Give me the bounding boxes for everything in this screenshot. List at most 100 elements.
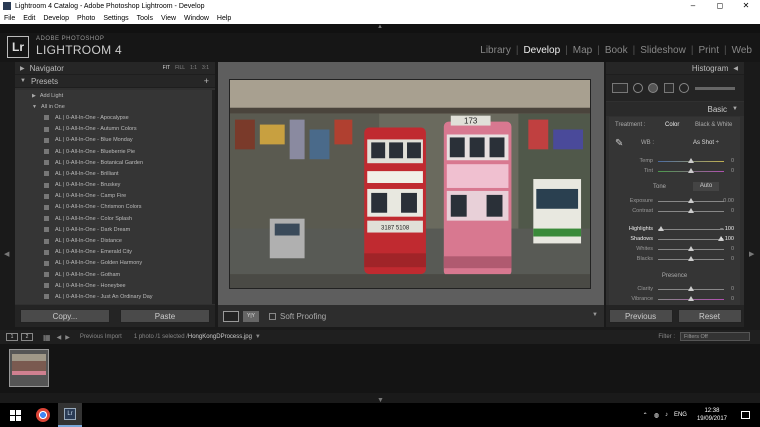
menu-settings[interactable]: Settings <box>103 15 128 22</box>
tray-expand-icon[interactable]: ⌃ <box>643 412 648 419</box>
preset-item[interactable]: AL | 0-All-In-One - Just An Ordinary Day <box>15 291 212 302</box>
preset-item[interactable]: AL | 0-All-In-One - Chrismon Colors <box>15 202 212 213</box>
preset-item[interactable]: AL | 0-All-In-One - Blueberrie Pie <box>15 146 212 157</box>
slider-shadows[interactable]: Shadows + 100 <box>609 234 740 244</box>
module-web[interactable]: Web <box>732 45 752 56</box>
language-indicator[interactable]: ENG <box>674 412 687 418</box>
filter-select[interactable]: Filters Off <box>680 332 750 341</box>
slider-knob[interactable] <box>688 208 694 213</box>
presets-header[interactable]: ▼ Presets + <box>15 75 215 88</box>
menu-file[interactable]: File <box>4 15 15 22</box>
brush-slider[interactable] <box>695 86 735 90</box>
close-button[interactable]: ✕ <box>736 0 756 12</box>
image-canvas[interactable]: 3187 5108 173 <box>218 62 604 305</box>
maximize-button[interactable]: ◻ <box>710 0 730 12</box>
notifications-icon[interactable] <box>741 411 750 419</box>
zoom-3-1[interactable]: 3:1 <box>202 65 209 71</box>
paste-button[interactable]: Paste <box>120 309 210 323</box>
filename-dropdown-icon[interactable]: ▼ <box>255 334 261 340</box>
treatment-bw[interactable]: Black & White <box>695 122 732 128</box>
toolbar-menu-icon[interactable]: ▼ <box>592 312 598 318</box>
menu-view[interactable]: View <box>161 15 176 22</box>
slider-knob[interactable] <box>658 226 665 231</box>
zoom-fill[interactable]: FILL <box>175 65 185 71</box>
preset-folder-add-light[interactable]: ▶ Add Light <box>15 90 212 101</box>
crop-grid-icon[interactable] <box>612 83 628 93</box>
menu-window[interactable]: Window <box>184 15 209 22</box>
zoom-fit[interactable]: FIT <box>163 65 171 71</box>
module-slideshow[interactable]: Slideshow <box>640 45 686 56</box>
preset-item[interactable]: AL | 0-All-In-One - Golden Harmony <box>15 258 212 269</box>
menu-tools[interactable]: Tools <box>137 15 153 22</box>
source-label[interactable]: Previous Import <box>80 334 122 340</box>
slider-highlights[interactable]: Highlights – 100 <box>609 224 740 234</box>
preset-item[interactable]: AL | 0-All-In-One - Gotham <box>15 269 212 280</box>
soft-proofing-checkbox[interactable] <box>269 312 276 320</box>
previous-button[interactable]: Previous <box>608 309 673 323</box>
left-panel-toggle[interactable]: ◀ <box>0 62 15 327</box>
preset-item[interactable]: AL | 0-All-In-One - Bruskey <box>15 180 212 191</box>
module-print[interactable]: Print <box>698 45 719 56</box>
slider-knob[interactable] <box>688 296 694 301</box>
module-library[interactable]: Library <box>480 45 511 56</box>
grid-view-icon[interactable]: ▦ <box>43 333 51 342</box>
slider-knob[interactable] <box>688 158 694 163</box>
module-develop[interactable]: Develop <box>523 45 560 56</box>
before-after-button[interactable]: Y|Y <box>243 310 259 322</box>
slider-knob[interactable] <box>688 256 694 261</box>
preset-item[interactable]: AL | 0-All-In-One - Botanical Garden <box>15 157 212 168</box>
slider-exposure[interactable]: Exposure 0.00 <box>609 196 740 206</box>
preset-item[interactable]: AL | 0-All-In-One - Honeybee <box>15 280 212 291</box>
clock[interactable]: 12:38 19/09/2017 <box>697 407 727 423</box>
top-panel-toggle[interactable]: ▲ <box>0 24 760 33</box>
slider-clarity[interactable]: Clarity 0 <box>609 284 740 294</box>
histogram-header[interactable]: Histogram ◀ <box>606 62 744 75</box>
eyedropper-icon[interactable]: ✎ <box>615 138 623 149</box>
menu-help[interactable]: Help <box>217 15 231 22</box>
graduated-filter-icon[interactable] <box>664 83 674 93</box>
treatment-color[interactable]: Color <box>665 122 679 128</box>
menu-photo[interactable]: Photo <box>77 15 95 22</box>
basic-header[interactable]: Basic ▼ <box>606 102 744 116</box>
primary-window-button[interactable]: 1 <box>6 333 18 341</box>
slider-knob[interactable] <box>688 168 694 173</box>
menu-develop[interactable]: Develop <box>43 15 69 22</box>
preset-item[interactable]: AL | 0-All-In-One - Brilliant <box>15 168 212 179</box>
slider-temp[interactable]: Temp 0 <box>609 156 740 166</box>
copy-button[interactable]: Copy... <box>20 309 110 323</box>
preset-item[interactable]: AL | 0-All-In-One - Autumn Colors <box>15 124 212 135</box>
filmstrip-thumbnail[interactable] <box>9 349 49 387</box>
zoom-1-1[interactable]: 1:1 <box>190 65 197 71</box>
module-book[interactable]: Book <box>605 45 628 56</box>
slider-knob[interactable] <box>688 198 694 203</box>
preset-item[interactable]: AL | 0-All-In-One - Color Splash <box>15 213 212 224</box>
secondary-window-button[interactable]: 2 <box>21 333 33 341</box>
preset-item[interactable]: AL | 0-All-In-One - Camp Fire <box>15 191 212 202</box>
auto-tone-button[interactable]: Auto <box>693 182 719 191</box>
wb-select[interactable]: As Shot ÷ <box>693 140 719 146</box>
preset-item[interactable]: AL | 0-All-In-One - Apocalypse <box>15 112 212 123</box>
radial-filter-icon[interactable] <box>679 83 689 93</box>
preset-item[interactable]: AL | 0-All-In-One - Blue Monday <box>15 135 212 146</box>
right-panel-toggle[interactable]: ▶ <box>745 62 760 327</box>
back-arrow-icon[interactable]: ◀ <box>57 334 62 341</box>
slider-vibrance[interactable]: Vibrance 0 <box>609 294 740 304</box>
slider-whites[interactable]: Whites 0 <box>609 244 740 254</box>
module-map[interactable]: Map <box>573 45 592 56</box>
navigator-header[interactable]: ▶ Navigator FIT FILL 1:1 3:1 <box>15 62 215 75</box>
reset-button[interactable]: Reset <box>677 309 742 323</box>
slider-blacks[interactable]: Blacks 0 <box>609 254 740 264</box>
slider-contrast[interactable]: Contrast 0 <box>609 206 740 216</box>
red-eye-icon[interactable] <box>648 83 658 93</box>
add-preset-button[interactable]: + <box>204 76 209 86</box>
slider-knob[interactable] <box>688 286 694 291</box>
minimize-button[interactable]: – <box>683 0 703 12</box>
menu-edit[interactable]: Edit <box>23 15 35 22</box>
preset-item[interactable]: AL | 0-All-In-One - Distance <box>15 235 212 246</box>
slider-knob[interactable] <box>688 246 694 251</box>
preset-folder-all-in-one[interactable]: ▼ All in One <box>15 101 212 112</box>
start-button[interactable] <box>0 403 30 427</box>
spot-removal-icon[interactable] <box>633 83 643 93</box>
preset-item[interactable]: AL | 0-All-In-One - Emerald City <box>15 247 212 258</box>
filename[interactable]: HongKongDProcess.jpg <box>188 334 252 340</box>
